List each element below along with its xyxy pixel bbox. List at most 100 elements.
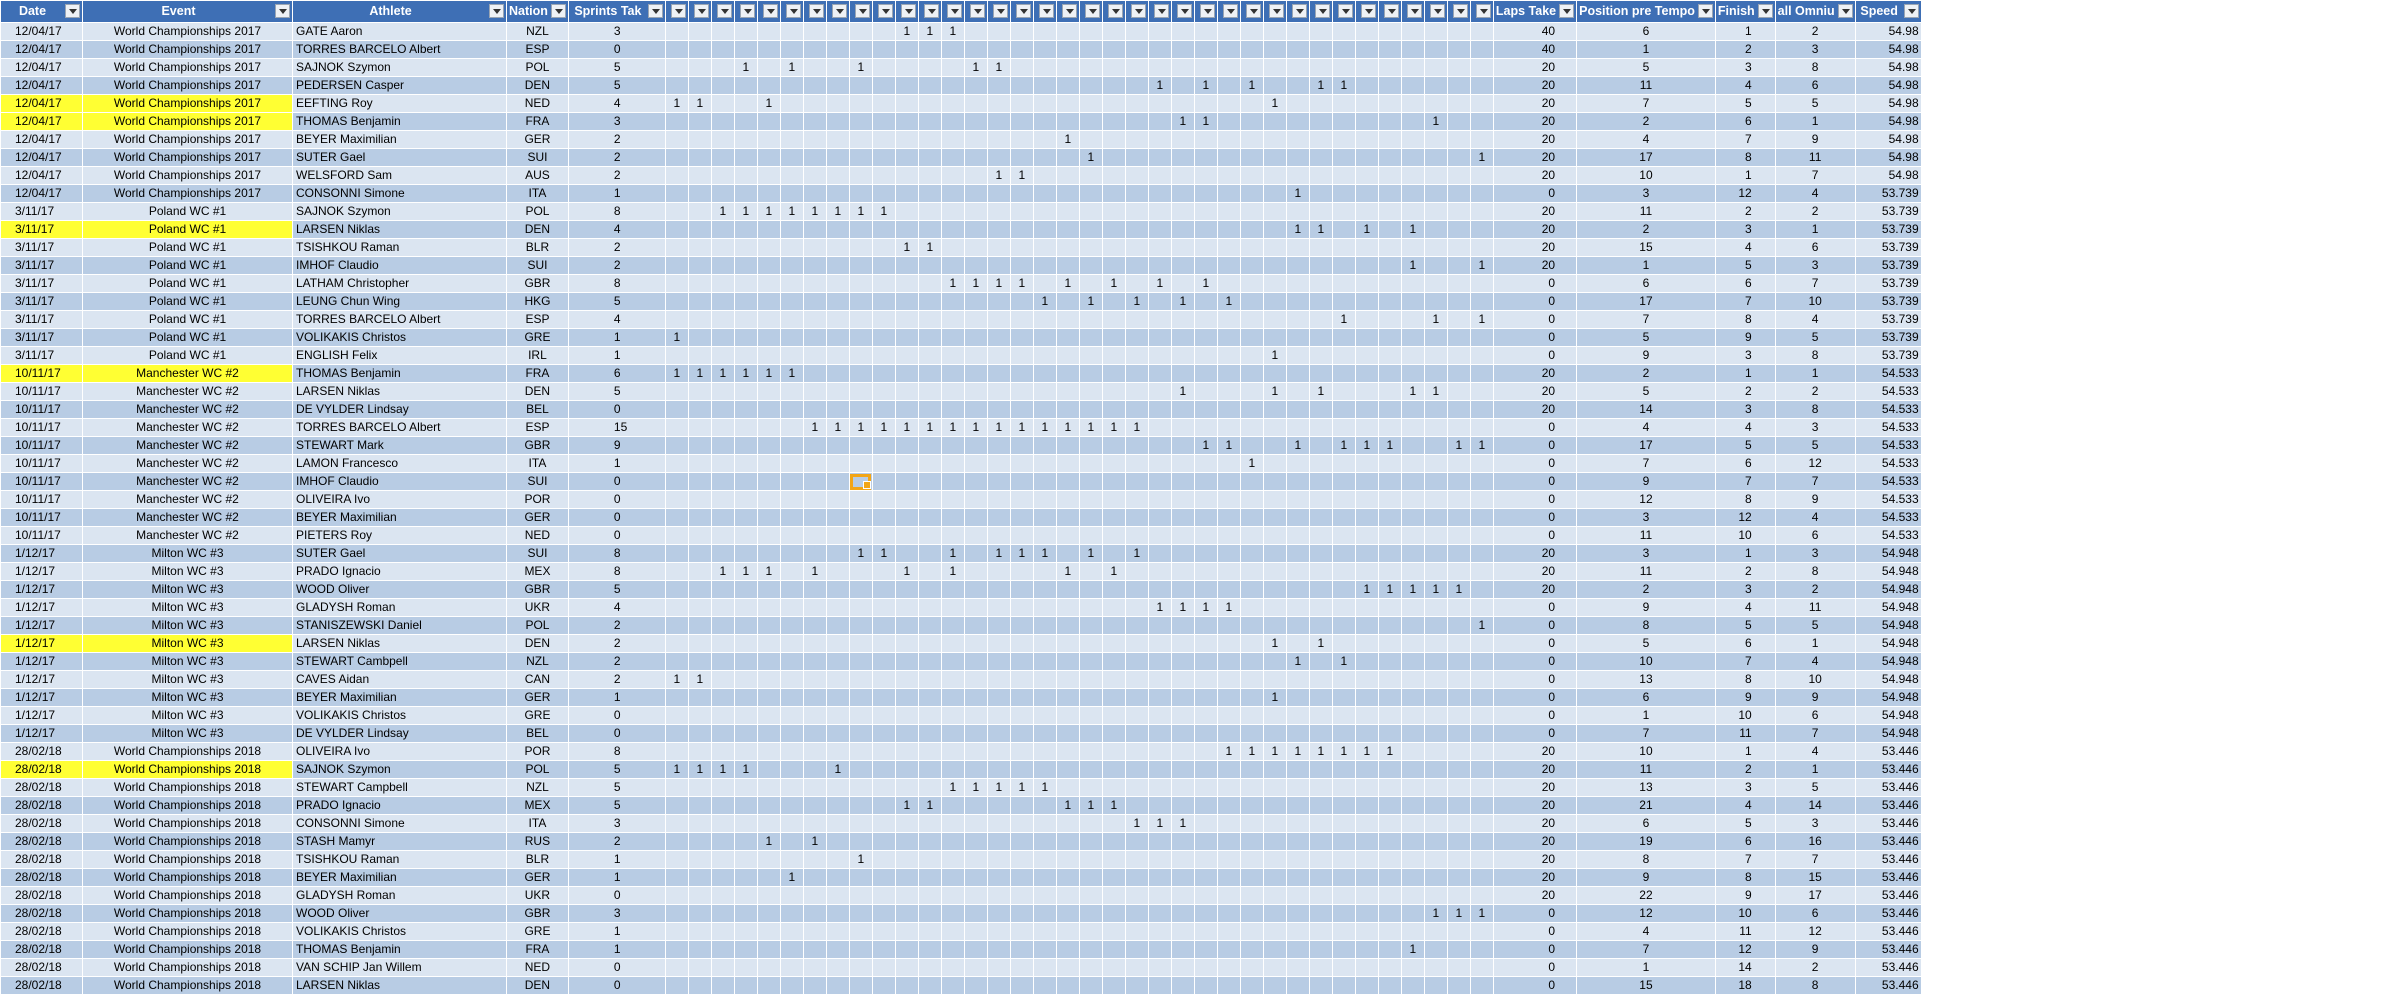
cell-sprint[interactable] <box>1377 688 1402 707</box>
cell-omnium[interactable]: 1 <box>1774 634 1856 653</box>
cell-sprint[interactable] <box>1032 724 1057 743</box>
cell-sprints[interactable]: 8 <box>567 562 666 581</box>
cell-sprint[interactable] <box>848 364 873 383</box>
cell-sprint[interactable]: 1 <box>871 202 896 221</box>
cell-sprint[interactable] <box>1446 346 1471 365</box>
cell-position[interactable]: 12 <box>1576 490 1716 509</box>
cell-sprint[interactable] <box>1285 526 1310 545</box>
cell-sprint[interactable] <box>1193 904 1218 923</box>
cell-sprint[interactable] <box>1331 94 1356 113</box>
filter-dropdown-icon[interactable] <box>1015 4 1031 18</box>
col-header-sprint[interactable] <box>1354 0 1379 23</box>
cell-sprint[interactable] <box>1400 958 1425 977</box>
cell-sprint[interactable] <box>1193 976 1218 995</box>
cell-sprint[interactable] <box>825 670 850 689</box>
filter-dropdown-icon[interactable] <box>992 4 1008 18</box>
cell-sprints[interactable]: 8 <box>567 202 666 221</box>
cell-sprint[interactable] <box>1078 130 1103 149</box>
cell-sprint[interactable]: 1 <box>1078 148 1103 167</box>
filter-dropdown-icon[interactable] <box>1697 4 1713 18</box>
cell-nation[interactable]: ITA <box>506 454 569 473</box>
cell-sprint[interactable] <box>1262 760 1287 779</box>
cell-sprint[interactable] <box>1262 418 1287 437</box>
cell-sprint[interactable]: 1 <box>1147 76 1172 95</box>
cell-speed[interactable]: 54.948 <box>1854 724 1922 743</box>
col-header-sprint[interactable] <box>1308 0 1333 23</box>
cell-sprint[interactable] <box>894 202 919 221</box>
cell-sprint[interactable] <box>1009 562 1034 581</box>
cell-sprint[interactable] <box>1239 706 1264 725</box>
cell-sprint[interactable] <box>802 904 827 923</box>
cell-sprint[interactable] <box>1239 976 1264 995</box>
cell-sprints[interactable]: 6 <box>567 364 666 383</box>
cell-sprint[interactable] <box>1331 508 1356 527</box>
cell-sprint[interactable] <box>710 328 735 347</box>
cell-sprint[interactable] <box>1101 706 1126 725</box>
cell-sprint[interactable] <box>1124 328 1149 347</box>
cell-sprint[interactable] <box>802 310 827 329</box>
cell-sprint[interactable] <box>940 454 965 473</box>
filter-dropdown-icon[interactable] <box>647 4 663 18</box>
cell-sprint[interactable]: 1 <box>687 364 712 383</box>
cell-sprint[interactable] <box>1124 238 1149 257</box>
cell-sprint[interactable] <box>940 292 965 311</box>
cell-sprint[interactable] <box>917 508 942 527</box>
cell-sprint[interactable] <box>848 778 873 797</box>
cell-omnium[interactable]: 15 <box>1774 868 1856 887</box>
cell-sprint[interactable] <box>1193 670 1218 689</box>
cell-sprint[interactable] <box>1469 508 1494 527</box>
cell-sprint[interactable] <box>1400 364 1425 383</box>
cell-sprint[interactable] <box>687 220 712 239</box>
cell-sprint[interactable] <box>733 400 758 419</box>
cell-athlete[interactable]: OLIVEIRA Ivo <box>292 490 507 509</box>
cell-sprint[interactable] <box>1377 472 1402 491</box>
cell-sprint[interactable] <box>1308 202 1333 221</box>
cell-event[interactable]: World Championships 2017 <box>82 184 293 203</box>
cell-sprint[interactable] <box>802 292 827 311</box>
cell-athlete[interactable]: THOMAS Benjamin <box>292 112 507 131</box>
cell-nation[interactable]: GRE <box>506 922 569 941</box>
cell-sprint[interactable] <box>1423 364 1448 383</box>
cell-sprint[interactable] <box>1262 310 1287 329</box>
cell-sprint[interactable] <box>1055 598 1080 617</box>
cell-sprint[interactable] <box>871 922 896 941</box>
cell-sprint[interactable] <box>756 328 781 347</box>
cell-sprint[interactable] <box>1101 940 1126 959</box>
cell-sprint[interactable] <box>1055 850 1080 869</box>
filter-dropdown-icon[interactable] <box>1429 4 1445 18</box>
cell-position[interactable]: 7 <box>1576 454 1716 473</box>
cell-sprint[interactable] <box>1423 220 1448 239</box>
cell-sprint[interactable] <box>1124 310 1149 329</box>
cell-sprint[interactable] <box>779 922 804 941</box>
cell-laps[interactable]: 20 <box>1492 832 1578 851</box>
cell-sprint[interactable] <box>779 220 804 239</box>
filter-dropdown-icon[interactable] <box>1406 4 1422 18</box>
cell-sprint[interactable] <box>1009 454 1034 473</box>
cell-sprint[interactable] <box>1285 634 1310 653</box>
cell-sprint[interactable] <box>756 940 781 959</box>
cell-athlete[interactable]: SUTER Gael <box>292 148 507 167</box>
cell-sprint[interactable] <box>1055 364 1080 383</box>
cell-sprint[interactable] <box>1009 670 1034 689</box>
cell-sprint[interactable] <box>1170 940 1195 959</box>
cell-sprint[interactable] <box>940 148 965 167</box>
cell-laps[interactable]: 20 <box>1492 400 1578 419</box>
cell-sprint[interactable] <box>1423 760 1448 779</box>
cell-sprint[interactable] <box>1377 310 1402 329</box>
cell-sprint[interactable] <box>1285 706 1310 725</box>
cell-sprint[interactable] <box>1101 742 1126 761</box>
cell-sprint[interactable] <box>1032 742 1057 761</box>
cell-sprint[interactable] <box>687 436 712 455</box>
cell-event[interactable]: World Championships 2017 <box>82 112 293 131</box>
cell-sprint[interactable] <box>1147 796 1172 815</box>
cell-sprint[interactable] <box>1009 760 1034 779</box>
cell-sprint[interactable] <box>825 184 850 203</box>
cell-sprint[interactable] <box>1354 346 1379 365</box>
cell-sprint[interactable] <box>825 958 850 977</box>
cell-date[interactable]: 1/12/17 <box>0 562 83 581</box>
cell-sprint[interactable] <box>1147 886 1172 905</box>
cell-sprint[interactable]: 1 <box>1193 598 1218 617</box>
cell-sprint[interactable] <box>1423 544 1448 563</box>
col-header-sprint[interactable] <box>1423 0 1448 23</box>
cell-sprint[interactable] <box>1147 112 1172 131</box>
